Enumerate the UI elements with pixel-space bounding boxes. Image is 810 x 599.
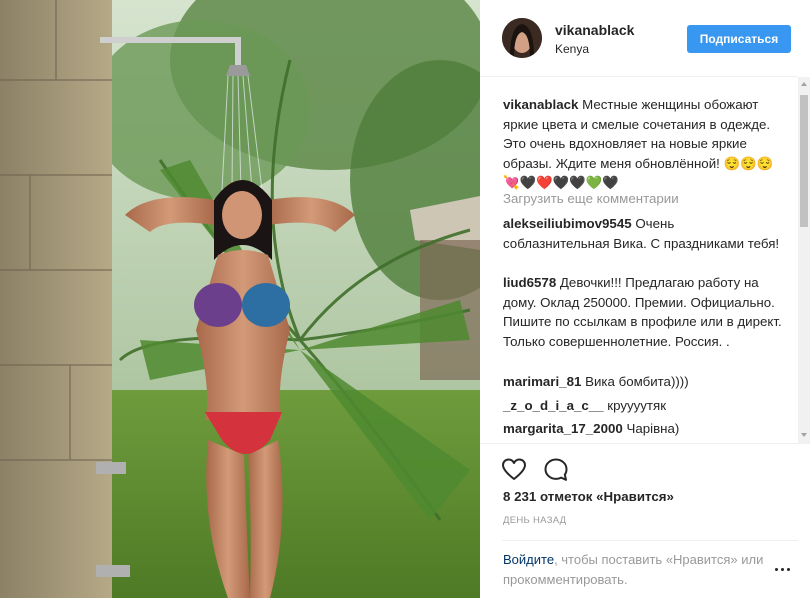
post-sidebar: vikanablack Kenya Подписаться vikanablac…	[480, 0, 810, 598]
avatar[interactable]	[502, 18, 542, 58]
comments-list: vikanablack Местные женщины обожают ярки…	[480, 77, 798, 443]
post-actions: 8 231 отметок «Нравится» ДЕНЬ НАЗАД Войд…	[480, 443, 810, 599]
follow-button[interactable]: Подписаться	[687, 25, 791, 53]
comment-item: marimari_81 Вика бомбита))))	[503, 372, 783, 392]
post-photo[interactable]	[0, 0, 480, 598]
scrollbar-thumb[interactable]	[800, 95, 808, 227]
comment-item: margarita_17_2000 Чарівна)	[503, 419, 783, 439]
location-link[interactable]: Kenya	[555, 42, 589, 56]
comment-text: круууутяк	[607, 398, 667, 413]
scroll-up-arrow-icon[interactable]	[801, 82, 807, 86]
photo-illustration	[0, 0, 480, 598]
post-header: vikanablack Kenya Подписаться	[480, 0, 798, 77]
login-prompt: Войдите, чтобы поставить «Нравится» или …	[503, 550, 773, 590]
likes-count[interactable]: 8 231 отметок «Нравится»	[503, 489, 674, 504]
heart-outline-icon[interactable]	[501, 457, 527, 483]
comment-text: Вика бомбита))))	[585, 374, 689, 389]
comments-scrollbar[interactable]	[798, 77, 810, 443]
scroll-down-arrow-icon[interactable]	[801, 433, 807, 437]
actions-divider	[502, 540, 798, 541]
more-options-icon[interactable]	[775, 568, 791, 574]
avatar-image	[502, 18, 542, 58]
comment-item: _z_o_d_i_a_c__ круууутяк	[503, 396, 783, 416]
comment-username[interactable]: margarita_17_2000	[503, 421, 623, 436]
comment-username[interactable]: alekseiliubimov9545	[503, 216, 632, 231]
caption: vikanablack Местные женщины обожают ярки…	[503, 95, 785, 193]
comment-username[interactable]: _z_o_d_i_a_c__	[503, 398, 604, 413]
comment-item: alekseiliubimov9545 Очень соблазнительна…	[503, 214, 783, 253]
comment-username[interactable]: liud6578	[503, 275, 556, 290]
username-link[interactable]: vikanablack	[555, 22, 634, 38]
more-dot	[781, 568, 784, 571]
post-timestamp[interactable]: ДЕНЬ НАЗАД	[503, 515, 566, 526]
load-more-comments-link[interactable]: Загрузить еще комментарии	[503, 191, 679, 206]
more-dot	[775, 568, 778, 571]
more-dot	[787, 568, 790, 571]
comment-username[interactable]: marimari_81	[503, 374, 581, 389]
comment-item: liud6578 Девочки!!! Предлагаю работу на …	[503, 273, 783, 351]
caption-username[interactable]: vikanablack	[503, 97, 578, 112]
comment-text: Чарівна)	[626, 421, 680, 436]
login-link[interactable]: Войдите	[503, 552, 554, 567]
instagram-post: vikanablack Kenya Подписаться vikanablac…	[0, 0, 810, 598]
speech-bubble-icon[interactable]	[543, 457, 569, 483]
